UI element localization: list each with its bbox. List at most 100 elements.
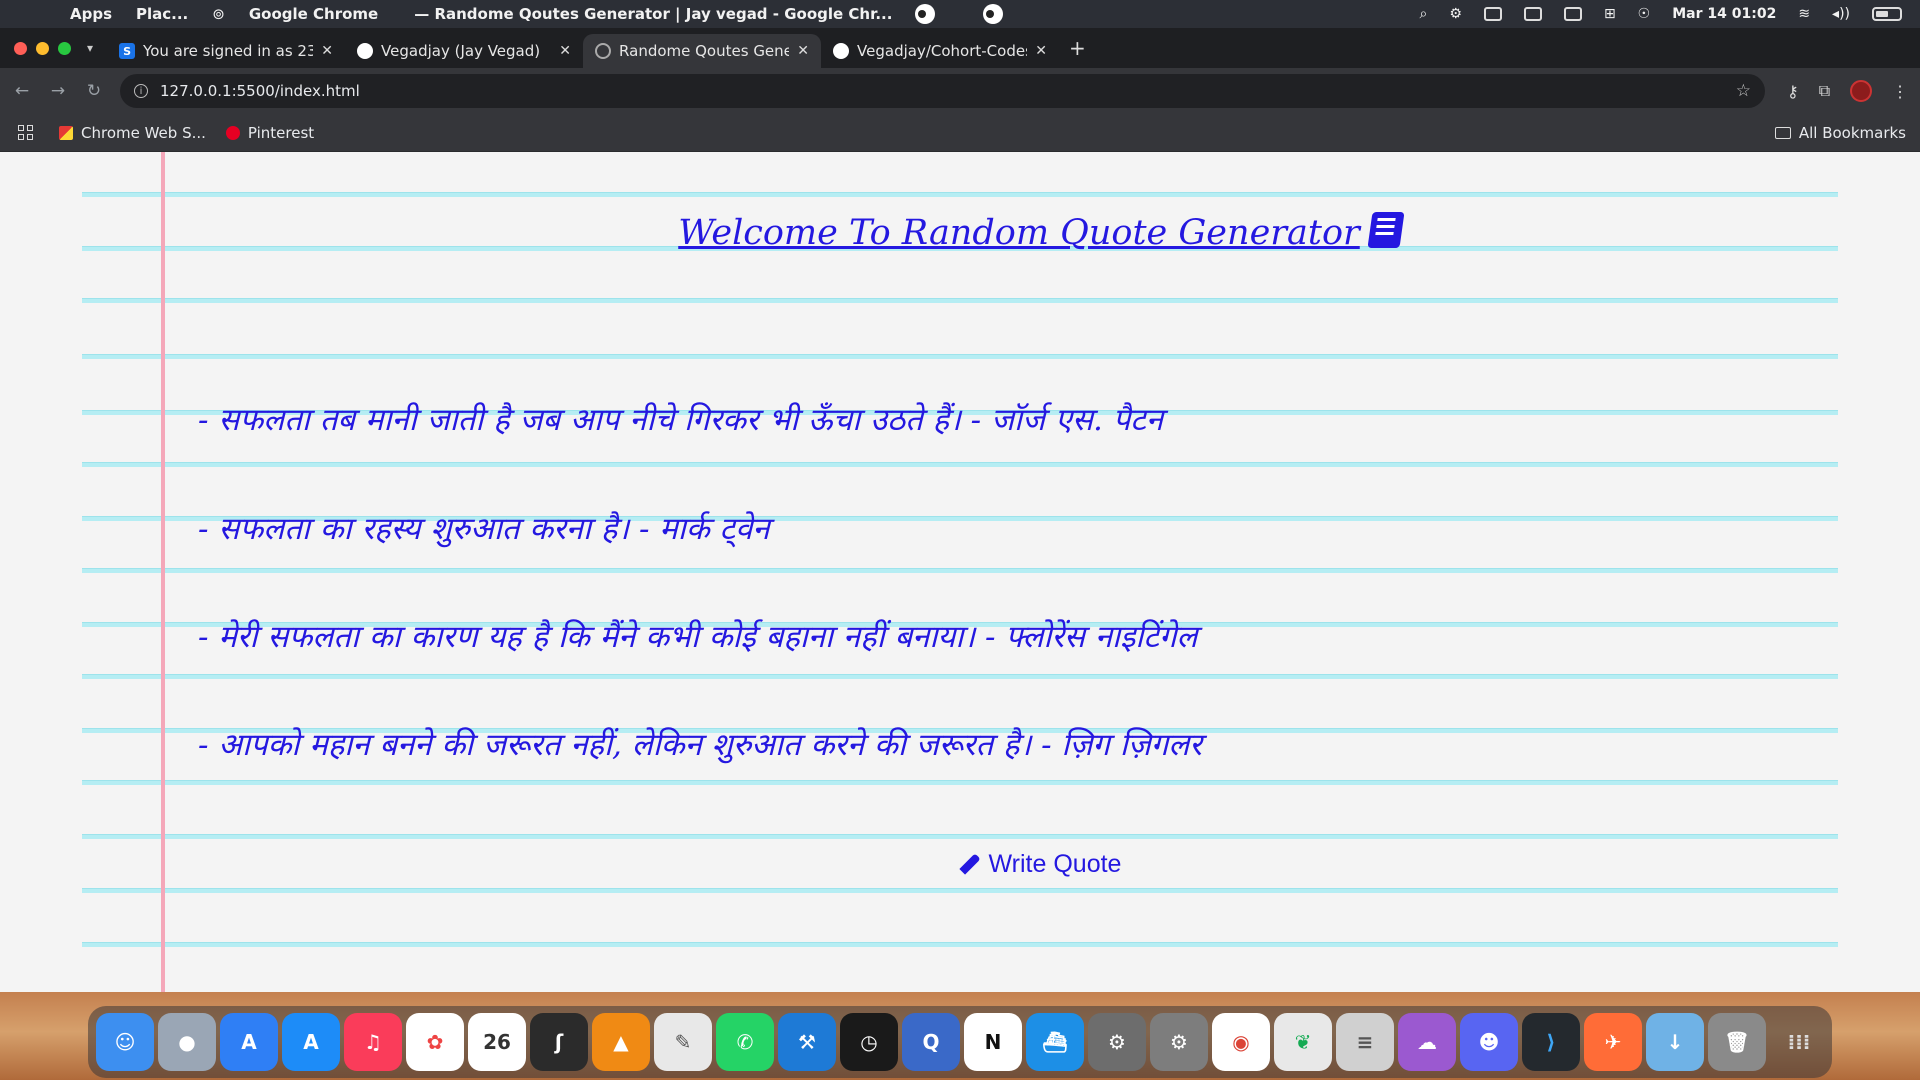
pencil-icon (958, 853, 981, 875)
quote-item: - आपको महान बनने की जरूरत नहीं, लेकिन शु… (198, 727, 1202, 763)
vlc-icon[interactable]: ▲ (592, 1013, 650, 1071)
close-tab-icon[interactable]: ✕ (797, 43, 809, 59)
tab-title: Vegadjay (Jay Vegad) (381, 42, 541, 60)
downloads-folder-icon[interactable]: ↓ (1646, 1013, 1704, 1071)
menu-places[interactable]: Plac... (136, 5, 188, 23)
site-info-icon[interactable]: i (134, 84, 148, 98)
bookmarks-bar: Chrome Web S... Pinterest All Bookmarks (0, 114, 1920, 152)
folder-icon (1774, 126, 1791, 139)
menu-app-name[interactable]: Google Chrome (249, 5, 378, 23)
wifi-icon[interactable]: ≋ (1798, 6, 1810, 22)
ruled-line (82, 674, 1838, 679)
volume-icon[interactable]: ◂)) (1832, 6, 1850, 22)
tab-cohort-codes[interactable]: Vegadjay/Cohort-Codes ✕ (821, 34, 1059, 68)
docker-icon[interactable]: ⛴ (1026, 1013, 1084, 1071)
notebook-page: Welcome To Random Quote Generator - सफलत… (0, 152, 1920, 992)
page-title-text: Welcome To Random Quote Generator (678, 213, 1360, 253)
quote-item: - सफलता तब मानी जाती है जब आप नीचे गिरकर… (198, 402, 1164, 438)
trash-icon[interactable]: 🗑 (1708, 1013, 1766, 1071)
chrome-icon[interactable]: ◉ (1212, 1013, 1270, 1071)
music-icon[interactable]: ♫ (344, 1013, 402, 1071)
github-desktop-icon[interactable]: ☁ (1398, 1013, 1456, 1071)
settings-icon[interactable]: ⚙ (1150, 1013, 1208, 1071)
app-store-icon[interactable]: A (282, 1013, 340, 1071)
bookmark-star-icon[interactable]: ☆ (1736, 81, 1751, 101)
bookmark-pinterest[interactable]: Pinterest (225, 123, 315, 142)
dock: ☺ ● A A ♫ ✿ 26 ʃ ▲ ✎ ✆ ⚒ ◷ Q N ⛴ ⚙ ⚙ ◉ ❦… (88, 1006, 1832, 1078)
tab-title: Vegadjay/Cohort-Codes (857, 42, 1028, 60)
tab-strip: ▾ S You are signed in as 230 ✕ Vegadjay … (0, 28, 1920, 68)
clock[interactable]: Mar 14 01:02 (1672, 6, 1776, 22)
ruled-line (82, 568, 1838, 573)
gear-icon[interactable]: ⚙ (1449, 6, 1462, 22)
globe-icon (595, 43, 612, 59)
reload-button[interactable]: ↻ (76, 81, 112, 101)
bookmark-label: Pinterest (247, 123, 315, 142)
chrome-web-store-icon (59, 125, 73, 140)
quicktime-icon[interactable]: Q (902, 1013, 960, 1071)
quote-item: - मेरी सफलता का कारण यह है कि मैंने कभी … (198, 619, 1198, 655)
eye-widget-icon (915, 4, 935, 24)
ruled-line (82, 834, 1838, 839)
close-tab-icon[interactable]: ✕ (321, 43, 333, 59)
back-button[interactable]: ← (4, 81, 40, 101)
more-menu-icon[interactable]: ⋮ (1892, 82, 1908, 101)
network-icon[interactable]: ⊞ (1604, 6, 1616, 22)
apps-grid-icon[interactable] (18, 125, 33, 140)
discord-icon[interactable]: ☻ (1460, 1013, 1518, 1071)
ruled-line (82, 888, 1838, 893)
zoom-window-button[interactable] (58, 41, 71, 55)
forward-button[interactable]: → (40, 81, 76, 101)
close-window-button[interactable] (14, 41, 27, 55)
new-tab-button[interactable]: + (1069, 36, 1086, 60)
vscode-icon[interactable]: ⟩ (1522, 1013, 1580, 1071)
search-icon[interactable]: ⌕ (1420, 6, 1428, 22)
xcode-icon[interactable]: ⚒ (778, 1013, 836, 1071)
clock-icon[interactable]: ◷ (840, 1013, 898, 1071)
mongodb-icon[interactable]: ❦ (1274, 1013, 1332, 1071)
close-tab-icon[interactable]: ✕ (1035, 43, 1047, 59)
memory-icon[interactable] (1523, 7, 1542, 21)
browser-toolbar: ← → ↻ i 127.0.0.1:5500/index.html ☆ ⚷ ⧉ … (0, 68, 1920, 114)
key-icon[interactable]: ⚷ (1787, 82, 1799, 101)
finder-icon[interactable]: ☺ (96, 1013, 154, 1071)
profile-avatar[interactable] (1850, 80, 1873, 102)
accessibility-icon[interactable]: ☉ (1638, 6, 1651, 22)
minimize-window-button[interactable] (36, 41, 49, 55)
bookmark-chrome-web-store[interactable]: Chrome Web S... (59, 124, 206, 142)
textedit-icon[interactable]: ✎ (654, 1013, 712, 1071)
tab-vegadjay[interactable]: Vegadjay (Jay Vegad) ✕ (345, 34, 583, 68)
bookmark-label: Chrome Web S... (81, 123, 206, 142)
terminal-icon[interactable]: ʃ (530, 1013, 588, 1071)
whatsapp-icon[interactable]: ✆ (716, 1013, 774, 1071)
menu-apps[interactable]: Apps (70, 5, 112, 23)
app-store-upload-icon[interactable]: A (220, 1013, 278, 1071)
notion-icon[interactable]: N (964, 1013, 1022, 1071)
window-title: — Randome Qoutes Generator | Jay vegad -… (414, 5, 893, 23)
github-icon (357, 43, 374, 59)
quote-item: - सफलता का रहस्य शुरुआत करना है। - मार्क… (198, 511, 770, 547)
all-bookmarks-button[interactable]: All Bookmarks (1774, 124, 1906, 142)
system-settings-icon[interactable]: ⚙ (1088, 1013, 1146, 1071)
database-icon[interactable]: ≡ (1336, 1013, 1394, 1071)
address-bar[interactable]: i 127.0.0.1:5500/index.html ☆ (120, 74, 1765, 108)
tab-quotes-generator[interactable]: Randome Qoutes Gener ✕ (583, 34, 822, 68)
ruled-line (82, 354, 1838, 359)
extensions-icon[interactable]: ⧉ (1819, 81, 1830, 101)
write-quote-button[interactable]: Write Quote (0, 850, 1920, 879)
tab-title: You are signed in as 230 (143, 42, 314, 60)
write-quote-label: Write Quote (988, 850, 1122, 878)
close-tab-icon[interactable]: ✕ (559, 43, 571, 59)
url-text[interactable]: 127.0.0.1:5500/index.html (160, 82, 360, 100)
calendar-icon[interactable]: 26 (468, 1013, 526, 1071)
battery-icon[interactable] (1872, 7, 1902, 21)
ruled-line (82, 462, 1838, 467)
contacts-icon[interactable]: ● (158, 1013, 216, 1071)
launchpad-icon[interactable]: ⁞⁞⁞ (1770, 1013, 1828, 1071)
photos-icon[interactable]: ✿ (406, 1013, 464, 1071)
disk-icon[interactable] (1563, 7, 1582, 21)
postman-icon[interactable]: ✈ (1584, 1013, 1642, 1071)
status-monitor-icon[interactable] (1483, 7, 1502, 21)
tab-signed-in[interactable]: S You are signed in as 230 ✕ (107, 34, 345, 68)
tab-search-chevron-icon[interactable]: ▾ (87, 41, 93, 55)
